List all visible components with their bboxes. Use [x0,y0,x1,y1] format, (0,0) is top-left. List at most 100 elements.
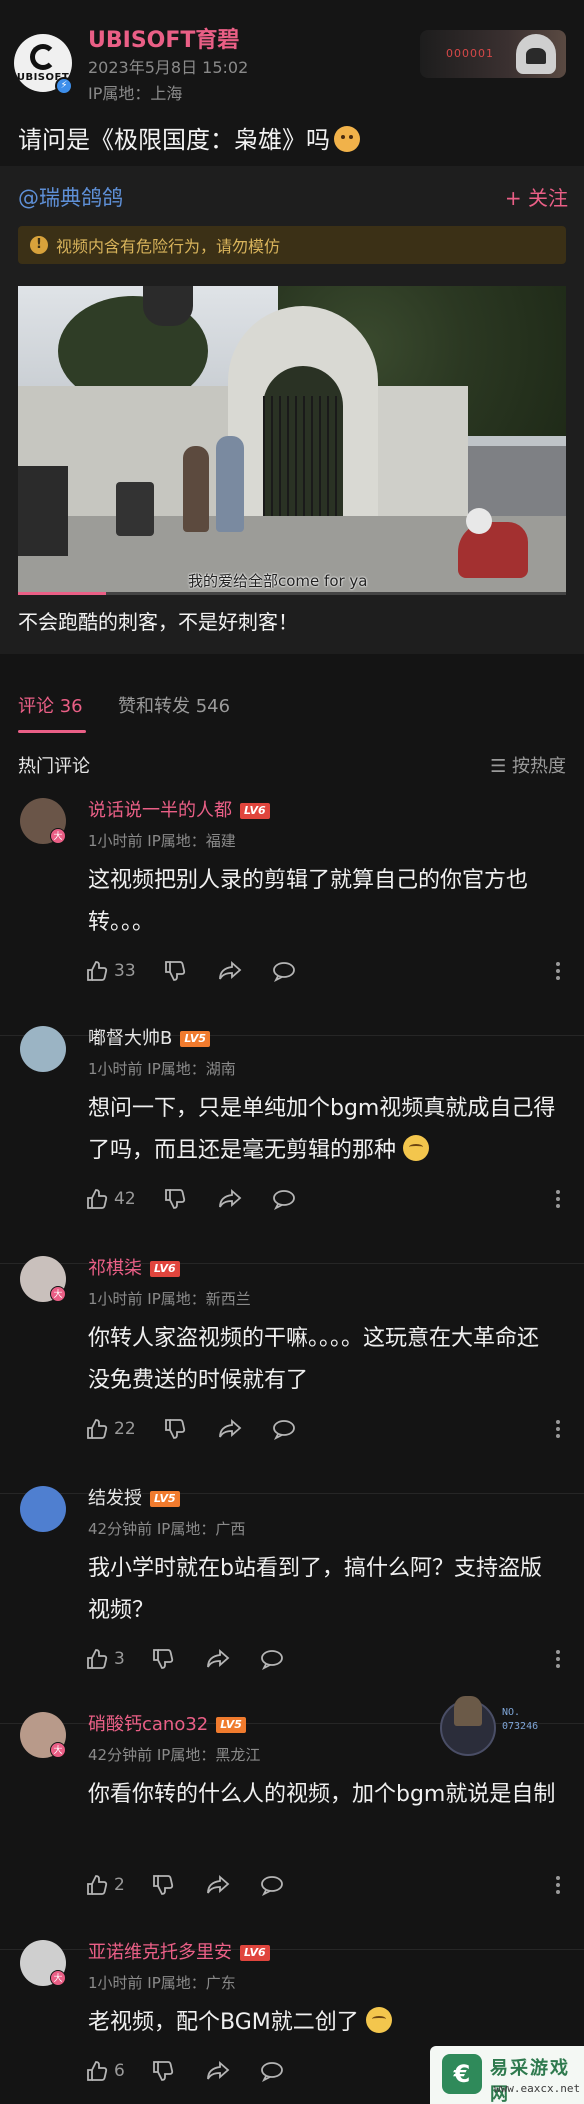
commenter-name-row: 结发授 LV5 [88,1484,180,1510]
reply-button[interactable] [272,956,296,986]
post-date: 2023年5月8日 15:02 [88,58,249,77]
comment-item: 大 祁棋柒 LV6 1小时前 IP属地：新西兰 你转人家盗视频的干嘛。。。。这玩意… [0,1256,584,1494]
like-button[interactable]: 33 [86,956,136,986]
more-options-icon[interactable] [556,962,560,980]
reply-button[interactable] [260,2056,284,2086]
more-options-icon[interactable] [556,1420,560,1438]
fan-badge-number: 000001 [446,47,494,60]
fan-medal[interactable]: NO. 073246 [440,1696,560,1760]
commenter-avatar[interactable] [20,1026,66,1072]
reply-button[interactable] [260,1644,284,1674]
level-badge: LV5 [216,1717,246,1733]
share-icon [218,1188,242,1210]
thumbs-down-icon [152,1648,174,1670]
commenter-name-row: 亚诺维克托多里安 LV6 [88,1938,270,1964]
comment-actions: 42 [86,1184,566,1214]
repost-card[interactable]: @瑞典鸽鸽 + 关注 ! 视频内含有危险行为，请勿模仿 我的爱给全部come f… [0,166,584,654]
like-count: 22 [114,1419,136,1439]
dislike-button[interactable] [152,1870,174,1900]
commenter-name[interactable]: 祁棋柒 [88,1258,142,1279]
site-logo-icon: € [442,2054,482,2094]
commenter-avatar[interactable] [20,1486,66,1532]
dislike-button[interactable] [164,956,186,986]
thumbs-down-icon [164,960,186,982]
thumbs-down-icon [152,2060,174,2082]
share-button[interactable] [206,1870,230,1900]
commenter-name[interactable]: 说话说一半的人都 [88,800,232,821]
tab-likes-reposts[interactable]: 赞和转发 546 [118,692,230,718]
share-button[interactable] [206,1644,230,1674]
thumbs-down-icon [164,1188,186,1210]
video-assassin-hood [466,508,492,534]
comment-text: 我小学时就在b站看到了，搞什么阿？支持盗版视频？ [88,1556,542,1623]
like-button[interactable]: 42 [86,1184,136,1214]
dislike-button[interactable] [164,1414,186,1444]
warning-icon: ! [30,236,48,254]
tab-active-indicator [18,730,86,733]
video-progress-bar[interactable] [18,592,566,595]
level-badge: LV6 [240,1945,270,1961]
share-button[interactable] [218,956,242,986]
like-count: 33 [114,961,136,981]
video-bin-small [116,482,154,536]
commenter-name[interactable]: 结发授 [88,1488,142,1509]
thumbs-up-icon [86,1648,108,1670]
tab-comments[interactable]: 评论 36 [18,692,83,718]
share-button[interactable] [218,1414,242,1444]
share-button[interactable] [218,1184,242,1214]
follow-button[interactable]: + 关注 [505,182,568,211]
comment-meta: 1小时前 IP属地：广东 [88,1974,236,1992]
comment-bubble-icon [272,1418,296,1440]
repost-username[interactable]: @瑞典鸽鸽 [18,182,123,212]
assassin-hood-icon [516,34,556,74]
dislike-button[interactable] [164,1184,186,1214]
thinking-emoji-icon [365,2007,392,2033]
share-button[interactable] [206,2056,230,2086]
site-name: 易采游戏网 [490,2058,570,2104]
more-options-icon[interactable] [556,1190,560,1208]
video-player[interactable]: 我的爱给全部come for ya [18,286,566,594]
commenter-name[interactable]: 硝酸钙cano32 [88,1714,208,1735]
comment-text-wrap: 你看你转的什么人的视频，加个bgm就说是自制 [88,1774,558,1816]
danger-warning: ! 视频内含有危险行为，请勿模仿 [18,226,566,264]
reply-button[interactable] [272,1414,296,1444]
like-button[interactable]: 22 [86,1414,136,1444]
reply-button[interactable] [272,1184,296,1214]
comment-meta: 42分钟前 IP属地：黑龙江 [88,1746,261,1764]
comment-item: 结发授 LV5 42分钟前 IP属地：广西 我小学时就在b站看到了，搞什么阿？支持… [0,1486,584,1724]
comment-text-wrap: 想问一下，只是单纯加个bgm视频真就成自己得了吗，而且还是毫无剪辑的那种 [88,1088,558,1172]
like-count: 2 [114,1875,125,1895]
commenter-name[interactable]: 亚诺维克托多里安 [88,1942,232,1963]
comment-meta: 1小时前 IP属地：福建 [88,832,236,850]
dislike-button[interactable] [152,2056,174,2086]
comment-actions: 3 [86,1644,566,1674]
sort-by-hot-button[interactable]: ☰ 按热度 [490,752,566,778]
share-icon [218,960,242,982]
fan-badge-card[interactable]: 000001 [420,30,566,78]
like-button[interactable]: 2 [86,1870,125,1900]
thumbs-up-icon [86,1874,108,1896]
thumbs-up-icon [86,1188,108,1210]
more-options-icon[interactable] [556,1876,560,1894]
video-subtitle: 我的爱给全部come for ya [188,572,368,590]
hot-comments-label: 热门评论 [18,756,90,777]
post-header: UBISOFT ⚡ UBISOFT育碧 2023年5月8日 15:02 IP属地… [0,0,584,166]
commenter-name[interactable]: 嘟督大帅B [88,1028,172,1049]
post-text-content: 请问是《极限国度：枭雄》吗 [18,126,330,154]
comment-item: 大 说话说一半的人都 LV6 1小时前 IP属地：福建 这视频把别人录的剪辑了就算… [0,798,584,1036]
member-badge-icon: 大 [50,828,66,844]
dislike-button[interactable] [152,1644,174,1674]
like-button[interactable]: 6 [86,2056,125,2086]
author-name[interactable]: UBISOFT育碧 [88,22,239,54]
comment-tabs: 评论 36 赞和转发 546 [0,654,584,738]
video-title: 不会跑酷的刺客，不是好刺客！ [18,610,298,634]
reply-button[interactable] [260,1870,284,1900]
more-options-icon[interactable] [556,1650,560,1668]
comment-text-wrap: 你转人家盗视频的干嘛。。。。这玩意在大革命还没免费送的时候就有了 [88,1318,558,1402]
comment-item: 嘟督大帅B LV5 1小时前 IP属地：湖南 想问一下，只是单纯加个bgm视频真就… [0,1026,584,1264]
medal-number: NO. 073246 [502,1707,539,1732]
video-wall-right [368,386,468,516]
like-button[interactable]: 3 [86,1644,125,1674]
comment-item: 大 硝酸钙cano32 LV5 42分钟前 IP属地：黑龙江 你看你转的什么人的视… [0,1696,584,1950]
comment-actions: 22 [86,1414,566,1444]
